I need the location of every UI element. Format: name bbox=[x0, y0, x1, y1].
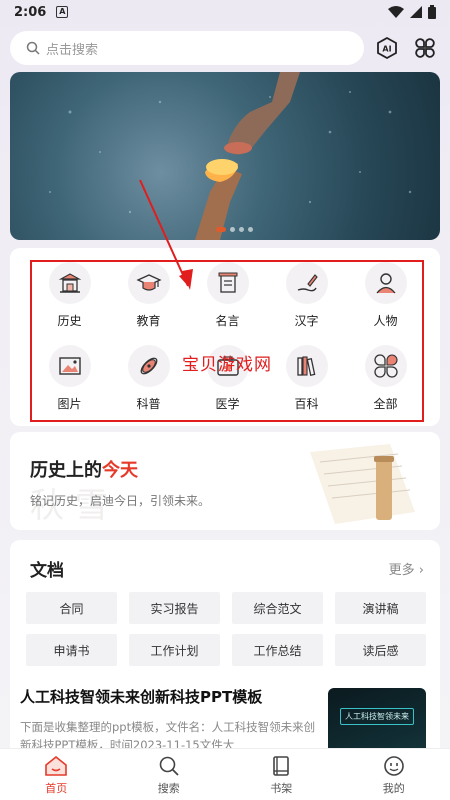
doc-tag[interactable]: 读后感 bbox=[335, 634, 426, 666]
category-label: 教育 bbox=[136, 314, 161, 328]
brush-icon bbox=[285, 262, 328, 304]
carousel-dot[interactable] bbox=[239, 227, 244, 232]
notification-badge: A bbox=[56, 6, 69, 18]
documents-more-link[interactable]: 更多 › bbox=[389, 559, 424, 578]
doc-tag[interactable]: 工作总结 bbox=[232, 634, 323, 666]
history-title-prefix: 历史上的 bbox=[30, 460, 102, 481]
tab-bookshelf[interactable]: 书架 bbox=[225, 749, 338, 800]
clover-grid-icon bbox=[415, 38, 435, 58]
tab-label: 书架 bbox=[270, 781, 293, 795]
category-label: 历史 bbox=[57, 314, 82, 328]
doc-tag[interactable]: 实习报告 bbox=[129, 592, 220, 624]
documents-card: 文档 更多 › 合同 实习报告 综合范文 演讲稿 申请书 工作计划 工作总结 读… bbox=[10, 540, 440, 760]
category-medicine[interactable]: 医学 bbox=[188, 341, 267, 424]
books-icon bbox=[285, 345, 328, 387]
category-label: 百科 bbox=[294, 397, 319, 411]
carousel-dot[interactable] bbox=[248, 227, 253, 232]
scroll-icon bbox=[206, 262, 249, 304]
search-icon bbox=[158, 754, 180, 778]
category-pictures[interactable]: 图片 bbox=[30, 341, 109, 424]
ai-label: AI bbox=[383, 45, 392, 54]
ai-hexagon-icon: AI bbox=[377, 36, 398, 60]
carousel-dot-active[interactable] bbox=[216, 227, 226, 232]
tab-label: 搜索 bbox=[157, 781, 180, 795]
grid-all-icon bbox=[364, 345, 407, 387]
category-label: 全部 bbox=[373, 397, 398, 411]
article-title[interactable]: 人工科技智领未来创新科技PPT模板 bbox=[20, 686, 262, 707]
person-icon bbox=[364, 262, 407, 304]
category-people[interactable]: 人物 bbox=[346, 258, 425, 341]
search-input[interactable]: 点击搜索 bbox=[10, 31, 365, 65]
status-time: 2:06 bbox=[14, 4, 47, 20]
documents-header: 文档 更多 › bbox=[30, 556, 424, 581]
tab-label: 我的 bbox=[382, 781, 405, 795]
signal-icon bbox=[410, 6, 422, 18]
category-grid: 历史 教育 名言 汉字 人物 图片 科普 医学 百科 全部 bbox=[30, 258, 425, 424]
status-bar: 2:06 A bbox=[0, 0, 450, 24]
graduation-cap-icon bbox=[127, 262, 170, 304]
doc-tag[interactable]: 工作计划 bbox=[129, 634, 220, 666]
search-placeholder: 点击搜索 bbox=[46, 42, 99, 58]
carousel-indicator bbox=[216, 227, 253, 232]
document-tags: 合同 实习报告 综合范文 演讲稿 申请书 工作计划 工作总结 读后感 bbox=[26, 592, 426, 666]
category-label: 人物 bbox=[373, 314, 398, 328]
category-label: 科普 bbox=[136, 397, 161, 411]
doc-tag[interactable]: 合同 bbox=[26, 592, 117, 624]
search-icon bbox=[26, 41, 40, 55]
doc-tag[interactable]: 申请书 bbox=[26, 634, 117, 666]
doc-tag[interactable]: 综合范文 bbox=[232, 592, 323, 624]
bottom-tab-bar: 首页 搜索 书架 我的 bbox=[0, 748, 450, 800]
wifi-icon bbox=[388, 6, 404, 18]
category-card: 历史 教育 名言 汉字 人物 图片 科普 医学 百科 全部 宝贝游戏网 bbox=[10, 248, 440, 426]
history-subtitle: 铭记历史，启迪今日，引领未来。 bbox=[30, 494, 211, 508]
smiley-icon bbox=[383, 754, 405, 778]
category-label: 医学 bbox=[215, 397, 240, 411]
ai-button[interactable]: AI bbox=[372, 33, 402, 63]
history-title-highlight: 今天 bbox=[102, 460, 138, 481]
apps-button[interactable] bbox=[410, 33, 440, 63]
banner-carousel[interactable] bbox=[10, 72, 440, 240]
home-icon bbox=[44, 754, 68, 778]
tab-search[interactable]: 搜索 bbox=[113, 749, 226, 800]
category-quotes[interactable]: 名言 bbox=[188, 258, 267, 341]
thumbnail-text: 人工科技智领未来 bbox=[340, 708, 414, 725]
chevron-right-icon: › bbox=[418, 563, 424, 578]
more-label: 更多 bbox=[388, 563, 415, 578]
category-science[interactable]: 科普 bbox=[109, 341, 188, 424]
category-label: 图片 bbox=[57, 397, 82, 411]
category-education[interactable]: 教育 bbox=[109, 258, 188, 341]
tab-home[interactable]: 首页 bbox=[0, 749, 113, 800]
category-history[interactable]: 历史 bbox=[30, 258, 109, 341]
banner-illustration bbox=[49, 72, 412, 240]
tab-label: 首页 bbox=[45, 781, 68, 795]
rocket-icon bbox=[127, 345, 170, 387]
tab-profile[interactable]: 我的 bbox=[338, 749, 450, 800]
history-today-card[interactable]: 秋 雪 历史上的今天 铭记历史，启迪今日，引领未来。 bbox=[10, 432, 440, 530]
category-hanzi[interactable]: 汉字 bbox=[267, 258, 346, 341]
doc-tag[interactable]: 演讲稿 bbox=[335, 592, 426, 624]
category-label: 汉字 bbox=[294, 314, 319, 328]
battery-icon bbox=[428, 5, 436, 19]
search-row: 点击搜索 AI bbox=[10, 30, 440, 66]
category-all[interactable]: 全部 bbox=[346, 341, 425, 424]
book-icon bbox=[270, 754, 292, 778]
picture-icon bbox=[48, 345, 91, 387]
carousel-dot[interactable] bbox=[230, 227, 235, 232]
status-icons bbox=[388, 5, 436, 19]
history-title: 历史上的今天 bbox=[30, 456, 138, 482]
category-encyclopedia[interactable]: 百科 bbox=[267, 341, 346, 424]
category-label: 名言 bbox=[215, 314, 240, 328]
history-building-icon bbox=[48, 262, 91, 304]
documents-title: 文档 bbox=[30, 561, 64, 581]
medical-kit-icon bbox=[206, 345, 249, 387]
